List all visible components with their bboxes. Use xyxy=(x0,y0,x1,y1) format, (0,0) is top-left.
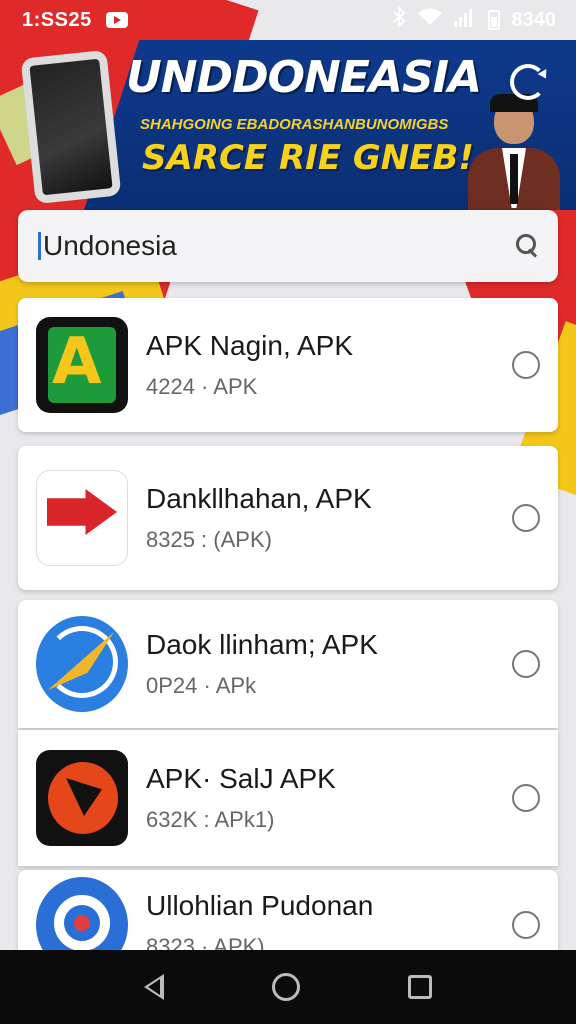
banner-cta: SARCE RIE GNEB! xyxy=(142,138,474,178)
app-meta: 0P24 · APk xyxy=(146,673,257,698)
green-a-app-icon: A xyxy=(36,317,128,413)
system-nav-bar xyxy=(0,950,576,1024)
list-item[interactable]: A APK Nagin, APK 4224 · APK xyxy=(18,298,558,432)
select-radio[interactable] xyxy=(512,504,540,532)
app-name: Daok llinham; APK xyxy=(146,629,378,660)
status-right-time: 8340 xyxy=(511,8,557,31)
recent-apps-icon[interactable] xyxy=(408,975,432,999)
select-radio[interactable] xyxy=(512,351,540,379)
search-bar[interactable] xyxy=(18,210,558,282)
home-icon[interactable] xyxy=(272,973,300,1001)
person-image xyxy=(468,94,560,210)
list-item[interactable]: Dankllhahan, APK 8325 : (APK) xyxy=(18,446,558,590)
refresh-icon[interactable] xyxy=(510,64,546,100)
app-meta: 632K : APk1) xyxy=(146,807,275,832)
search-input[interactable] xyxy=(43,230,512,262)
app-name: APK Nagin, APK xyxy=(146,330,354,361)
app-name: APK· SalJ APK xyxy=(146,763,336,794)
orange-beast-app-icon xyxy=(36,750,128,846)
back-icon[interactable] xyxy=(144,974,164,1000)
youtube-icon xyxy=(105,12,128,28)
list-item[interactable]: APK· SalJ APK 632K : APk1) xyxy=(18,730,558,866)
app-meta: 8325 : (APK) xyxy=(146,527,272,552)
banner-subtitle: SHAHGOING EBADORASHANBUNOMIGBS xyxy=(140,116,449,133)
list-item[interactable]: Daok llinham; APK 0P24 · APk xyxy=(18,600,558,728)
search-icon[interactable] xyxy=(512,232,540,260)
bluetooth-icon xyxy=(392,5,406,34)
red-arrow-app-icon xyxy=(36,470,128,566)
app-name: Dankllhahan, APK xyxy=(146,483,372,514)
app-name: Ullohlian Pudonan xyxy=(146,890,374,921)
battery-icon xyxy=(487,10,500,30)
signal-icon xyxy=(453,7,476,33)
blue-compass-app-icon xyxy=(36,616,128,712)
select-radio[interactable] xyxy=(512,650,540,678)
select-radio[interactable] xyxy=(512,911,540,939)
phone-image xyxy=(20,49,122,205)
promo-banner[interactable]: UNDDONEASIA SHAHGOING EBADORASHANBUNOMIG… xyxy=(0,40,576,210)
wifi-icon xyxy=(417,8,442,32)
banner-title: UNDDONEASIA xyxy=(126,52,482,103)
app-meta: 4224 · APK xyxy=(146,374,258,399)
status-time: 1:SS25 xyxy=(22,8,92,31)
text-cursor xyxy=(38,232,41,260)
status-bar: 1:SS25 8340 xyxy=(0,0,576,40)
select-radio[interactable] xyxy=(512,784,540,812)
